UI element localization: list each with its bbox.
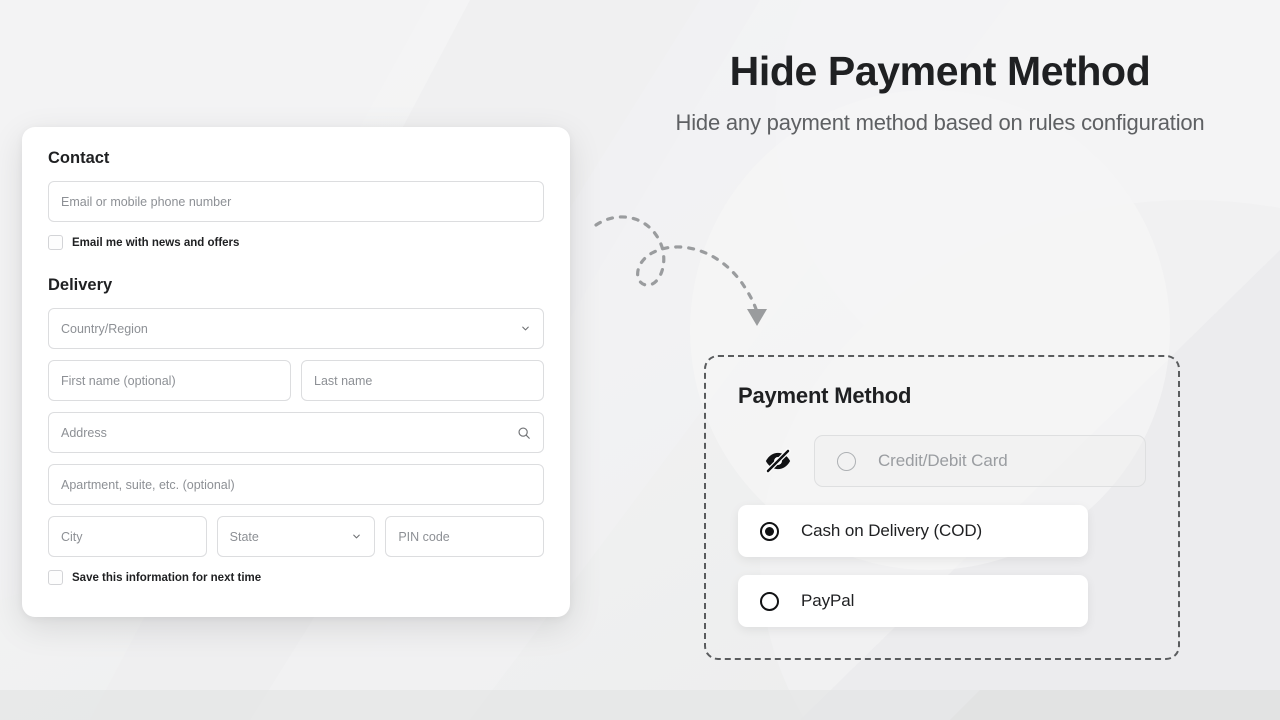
last-name-field[interactable]: Last name	[301, 360, 544, 401]
newsletter-checkbox-row[interactable]: Email me with news and offers	[48, 235, 544, 250]
address-row: Address	[48, 412, 544, 453]
email-field[interactable]: Email or mobile phone number	[48, 181, 544, 222]
payment-option-label: Credit/Debit Card	[878, 451, 1008, 470]
last-name-placeholder: Last name	[314, 373, 373, 388]
email-placeholder: Email or mobile phone number	[61, 194, 232, 209]
pin-code-placeholder: PIN code	[398, 529, 450, 544]
curved-dashed-arrow-icon	[594, 215, 767, 326]
chevron-down-icon	[353, 534, 361, 539]
city-placeholder: City	[61, 529, 83, 544]
payment-options-list: Credit/Debit Card Cash on Delivery (COD)…	[738, 435, 1146, 627]
radio-paypal[interactable]	[760, 591, 779, 611]
address-field[interactable]: Address	[48, 412, 544, 453]
first-name-field[interactable]: First name (optional)	[48, 360, 291, 401]
page-header: Hide Payment Method Hide any payment met…	[600, 48, 1280, 136]
name-row: First name (optional) Last name	[48, 360, 544, 401]
first-name-placeholder: First name (optional)	[61, 373, 176, 388]
save-info-checkbox[interactable]	[48, 570, 63, 585]
apartment-row: Apartment, suite, etc. (optional)	[48, 464, 544, 505]
payment-option-cash-on-delivery[interactable]: Cash on Delivery (COD)	[738, 505, 1088, 557]
state-placeholder: State	[229, 529, 259, 544]
payment-option-label: PayPal	[801, 591, 855, 610]
country-placeholder: Country/Region	[61, 321, 148, 336]
payment-option-credit-debit-card[interactable]: Credit/Debit Card	[814, 435, 1146, 487]
state-select[interactable]: State	[216, 516, 376, 557]
app-root: Hide Payment Method Hide any payment met…	[0, 0, 1280, 720]
search-icon[interactable]	[517, 426, 531, 440]
newsletter-label: Email me with news and offers	[72, 236, 240, 249]
pin-code-field[interactable]: PIN code	[385, 516, 545, 557]
hidden-payment-option-row: Credit/Debit Card	[764, 435, 1146, 487]
eye-off-icon[interactable]	[764, 447, 792, 475]
contact-heading: Contact	[48, 149, 110, 167]
payment-method-panel: Payment Method Credit/Debit Card Cash on…	[704, 355, 1180, 660]
payment-option-label: Cash on Delivery (COD)	[801, 521, 983, 540]
save-info-checkbox-row[interactable]: Save this information for next time	[48, 570, 544, 585]
curved-dashed-arrow	[590, 205, 800, 340]
address-placeholder: Address	[61, 425, 107, 440]
payment-method-heading: Payment Method	[738, 383, 912, 408]
delivery-heading: Delivery	[48, 276, 113, 294]
city-state-pin-row: City State PIN code	[48, 516, 545, 557]
radio-cash-on-delivery[interactable]	[760, 521, 779, 541]
page-subtitle: Hide any payment method based on rules c…	[675, 110, 1205, 136]
checkout-card: Contact Email or mobile phone number Ema…	[22, 127, 570, 617]
newsletter-checkbox[interactable]	[48, 235, 63, 250]
apartment-placeholder: Apartment, suite, etc. (optional)	[61, 477, 235, 492]
city-field[interactable]: City	[48, 516, 207, 557]
save-info-label: Save this information for next time	[72, 571, 262, 584]
payment-option-paypal[interactable]: PayPal	[738, 575, 1088, 627]
radio-credit-debit-card[interactable]	[837, 451, 856, 471]
apartment-field[interactable]: Apartment, suite, etc. (optional)	[48, 464, 544, 505]
page-title: Hide Payment Method	[729, 48, 1151, 94]
chevron-down-icon	[522, 326, 529, 331]
country-select[interactable]: Country/Region	[48, 308, 544, 349]
